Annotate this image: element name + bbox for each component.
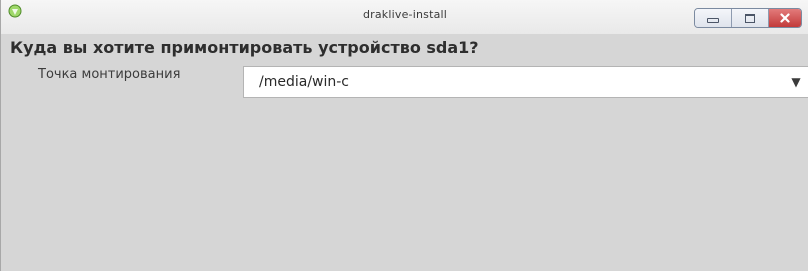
mount-question-heading: Куда вы хотите примонтировать устройство… xyxy=(10,38,479,57)
dialog-window: draklive-install Куда вы хотите примонти… xyxy=(0,0,808,271)
window-controls xyxy=(694,8,802,28)
minimize-icon xyxy=(707,18,719,23)
mount-point-combobox[interactable]: ▼ xyxy=(243,66,808,98)
maximize-button[interactable] xyxy=(732,9,769,27)
mount-point-input[interactable] xyxy=(244,67,784,97)
maximize-icon xyxy=(745,13,755,23)
title-bar[interactable]: draklive-install xyxy=(1,0,808,34)
minimize-button[interactable] xyxy=(695,9,732,27)
close-button[interactable] xyxy=(769,9,801,27)
window-title: draklive-install xyxy=(362,8,448,21)
close-icon xyxy=(780,13,790,23)
mount-point-label: Точка монтирования xyxy=(38,67,181,82)
chevron-down-icon[interactable]: ▼ xyxy=(784,67,808,97)
